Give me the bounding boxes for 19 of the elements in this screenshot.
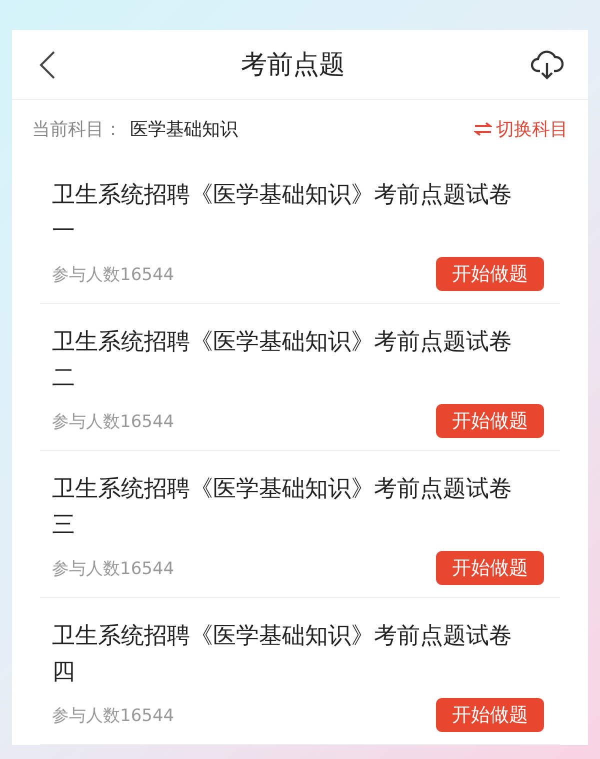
switch-subject-link[interactable]: 切换科目: [474, 116, 568, 141]
participant-count: 参与人数16544: [52, 558, 174, 580]
swap-icon: [474, 122, 492, 136]
paper-title: 卫生系统招聘《医学基础知识》考前点题试卷二: [52, 328, 513, 394]
paper-title: 卫生系统招聘《医学基础知识》考前点题试卷一: [52, 181, 513, 246]
paper-title: 卫生系统招聘《医学基础知识》考前点题试卷三: [52, 475, 513, 540]
page-title: 考前点题: [241, 49, 345, 82]
back-icon[interactable]: [38, 50, 56, 80]
subject-value: 医学基础知识: [130, 118, 238, 141]
participant-count: 参与人数16544: [52, 704, 174, 727]
cloud-download-icon[interactable]: [530, 48, 564, 81]
start-button[interactable]: 开始做题: [436, 404, 544, 438]
start-button[interactable]: 开始做题: [436, 257, 544, 292]
start-button[interactable]: 开始做题: [436, 551, 544, 586]
subject-label: 当前科目：: [32, 118, 122, 141]
paper-title: 卫生系统招聘《医学基础知识》考前点题试卷四: [52, 622, 513, 688]
participant-count: 参与人数16544: [52, 264, 174, 286]
start-button[interactable]: 开始做题: [436, 698, 544, 732]
participant-count: 参与人数16544: [52, 410, 174, 433]
